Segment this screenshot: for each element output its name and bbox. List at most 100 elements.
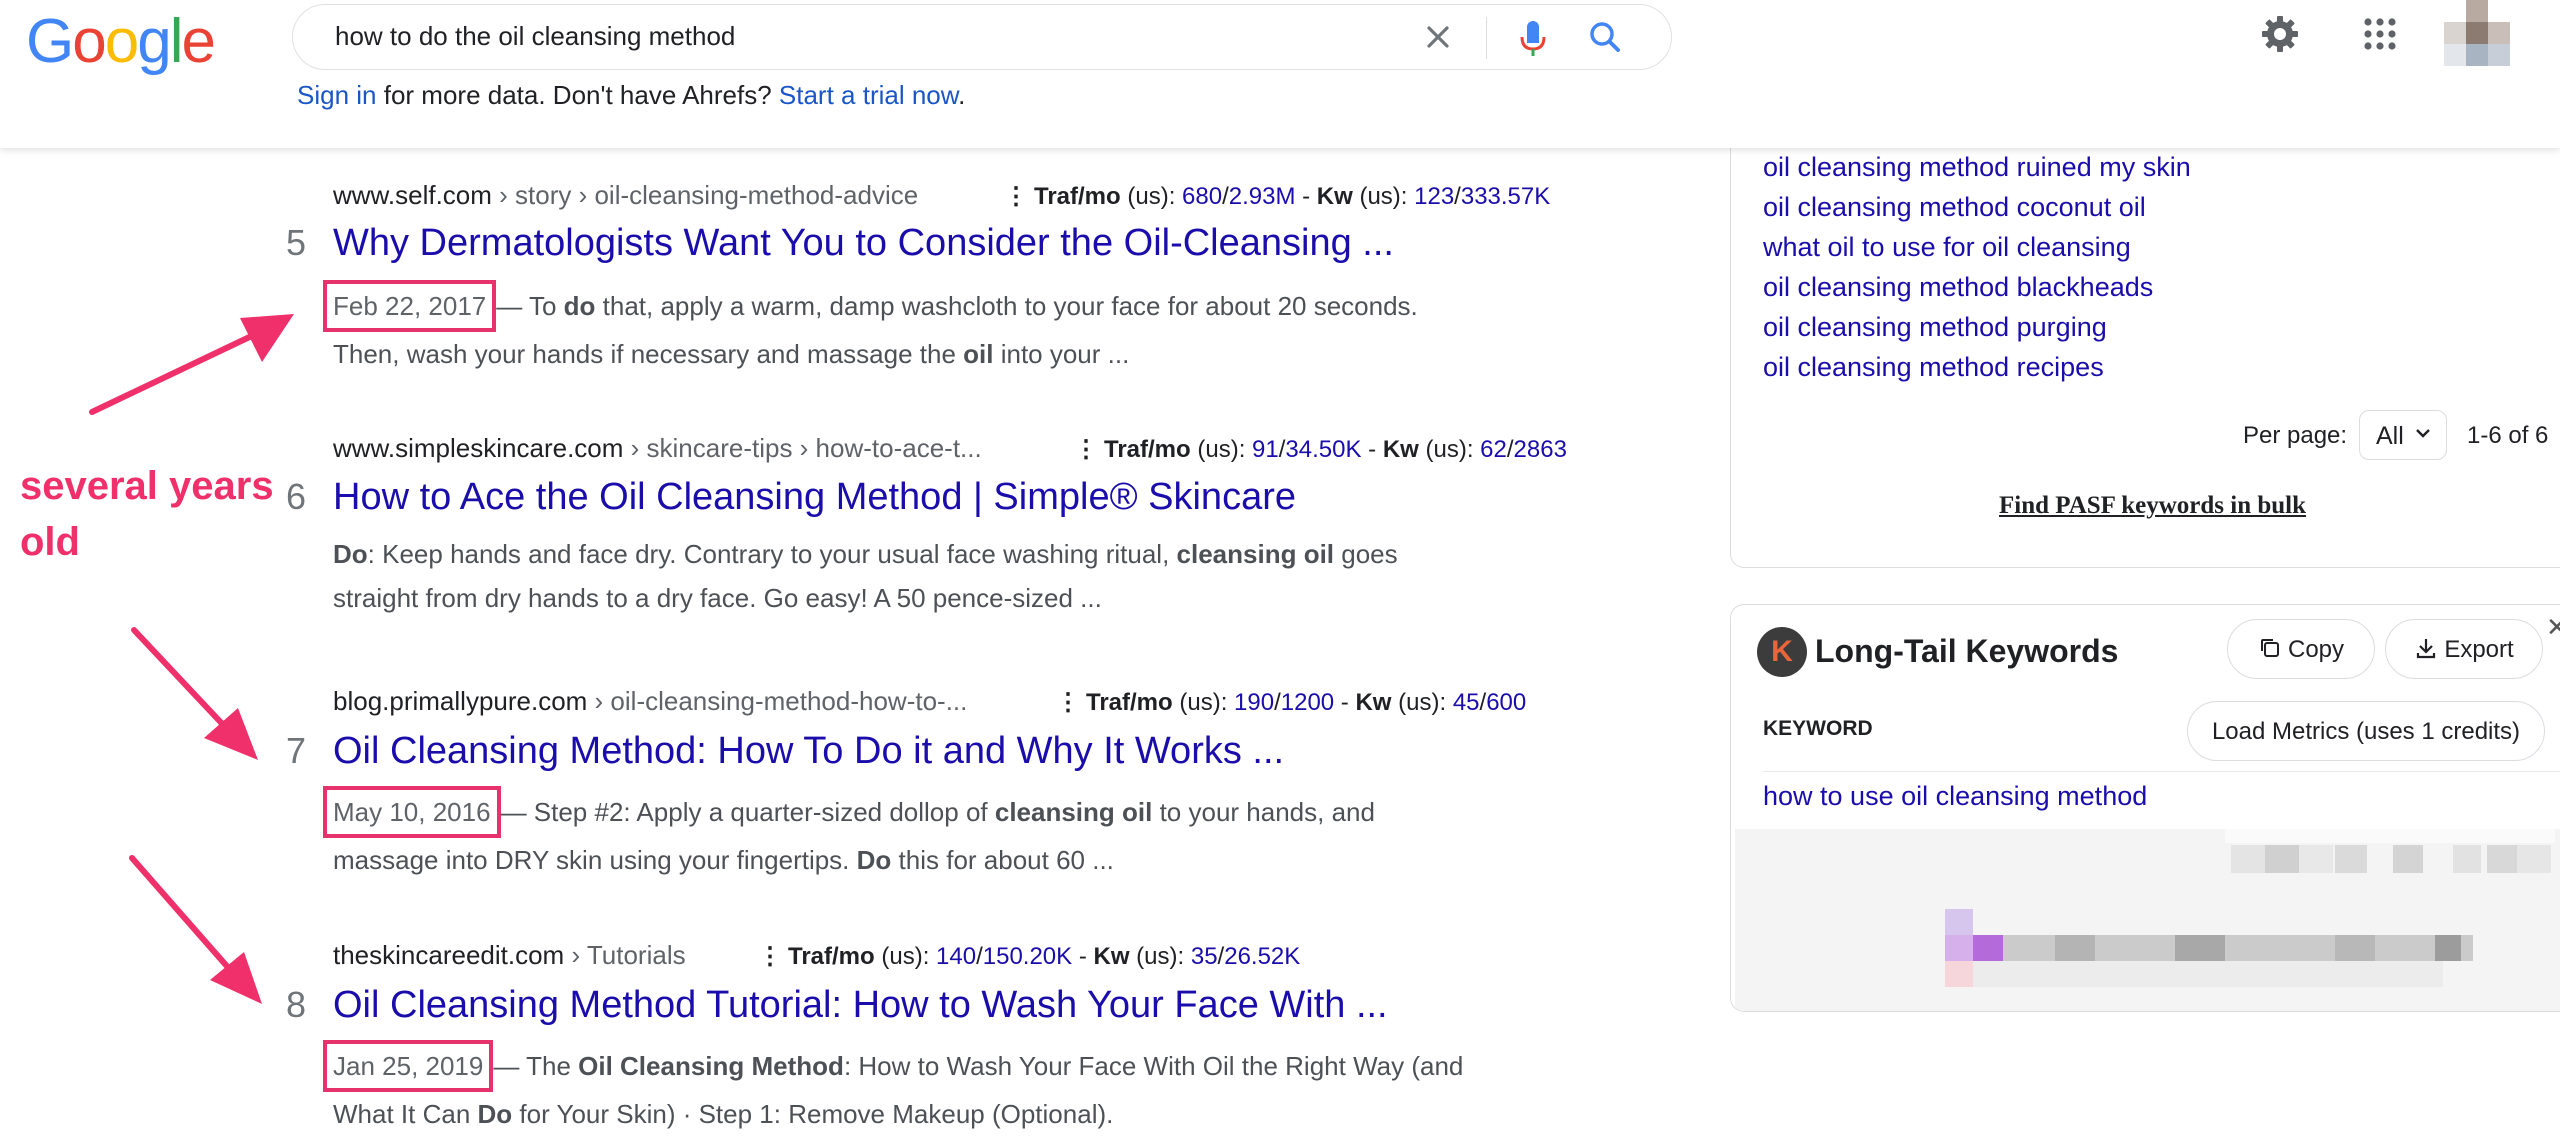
signin-message: for more data. Don't have Ahrefs? — [376, 80, 779, 110]
result-title-link[interactable]: Oil Cleansing Method Tutorial: How to Wa… — [333, 984, 1388, 1027]
traf-region: (us): — [1190, 436, 1253, 463]
start-trial-link[interactable]: Start a trial now — [779, 80, 958, 110]
kw-value[interactable]: 123 — [1414, 183, 1454, 210]
snippet-text: Then, wash your hands if necessary and m… — [333, 339, 964, 369]
search-divider — [1486, 17, 1487, 59]
related-search-link[interactable]: oil cleansing method coconut oil — [1763, 192, 2146, 223]
result-domain: theskincareedit.com — [333, 940, 565, 970]
kw-value[interactable]: 35 — [1191, 943, 1218, 970]
kw-label: Kw — [1093, 943, 1130, 970]
result-title-link[interactable]: Oil Cleansing Method: How To Do it and W… — [333, 730, 1284, 773]
snippet-bold: cleansing oil — [1176, 539, 1335, 569]
snippet-text: straight from dry hands to a dry face. G… — [333, 583, 1102, 613]
copy-button[interactable]: Copy — [2227, 619, 2375, 679]
logo-letter: g — [137, 7, 172, 76]
traf-total[interactable]: 150.20K — [983, 943, 1072, 970]
result-url[interactable]: www.self.com › story › oil-cleansing-met… — [333, 180, 918, 211]
snippet-text: — The — [493, 1051, 579, 1081]
result-snippet: Jan 25, 2019— The Oil Cleansing Method: … — [323, 1040, 1513, 1136]
result-url[interactable]: theskincareedit.com › Tutorials — [333, 940, 686, 971]
microphone-icon[interactable] — [1511, 13, 1555, 61]
result-date: Jan 25, 2019 — [323, 1040, 494, 1092]
result-title-link[interactable]: Why Dermatologists Want You to Consider … — [333, 222, 1394, 265]
snippet-text: — To — [496, 291, 564, 321]
export-label: Export — [2444, 636, 2514, 663]
snippet-text: goes — [1334, 539, 1398, 569]
traf-total[interactable]: 34.50K — [1285, 436, 1361, 463]
export-button[interactable]: Export — [2385, 619, 2543, 679]
search-input[interactable]: how to do the oil cleansing method — [335, 21, 735, 52]
result-domain: www.self.com — [333, 180, 492, 210]
related-search-link[interactable]: oil cleansing method recipes — [1763, 352, 2104, 383]
related-search-link[interactable]: oil cleansing method purging — [1763, 312, 2107, 343]
kw-value[interactable]: 62 — [1480, 436, 1507, 463]
logo-letter: l — [169, 7, 184, 76]
snippet-bold: do — [563, 291, 596, 321]
traf-label: Traf/mo — [1034, 183, 1121, 210]
result-breadcrumb: › story › oil-cleansing-method-advice — [491, 180, 919, 210]
kw-region: (us): — [1352, 183, 1415, 210]
annotation-arrow — [89, 314, 294, 415]
per-page-select[interactable]: All — [2359, 410, 2447, 460]
traf-value[interactable]: 91 — [1252, 436, 1279, 463]
kw-label: Kw — [1355, 689, 1392, 716]
apps-grid-icon[interactable] — [2362, 16, 2398, 52]
traf-total[interactable]: 2.93M — [1229, 183, 1296, 210]
annotation-line: old — [20, 520, 80, 564]
snippet-bold: oil — [963, 339, 994, 369]
blurred-content — [1735, 829, 2560, 1011]
find-pasf-link[interactable]: Find PASF keywords in bulk — [1999, 492, 2306, 520]
logo-letter: G — [26, 7, 74, 76]
kw-total[interactable]: 26.52K — [1224, 943, 1300, 970]
traf-region: (us): — [1120, 183, 1183, 210]
ahrefs-signin-bar: Sign in for more data. Don't have Ahrefs… — [297, 80, 965, 111]
google-logo[interactable]: Google — [26, 6, 216, 77]
logo-letter: o — [104, 7, 140, 76]
traf-label: Traf/mo — [1086, 689, 1173, 716]
sign-in-link[interactable]: Sign in — [297, 80, 377, 110]
kw-label: Kw — [1316, 183, 1353, 210]
snippet-text: : Keep hands and face dry. Contrary to y… — [367, 539, 1177, 569]
traf-label: Traf/mo — [788, 943, 875, 970]
result-url[interactable]: blog.primallypure.com › oil-cleansing-me… — [333, 686, 967, 717]
related-search-link[interactable]: oil cleansing method ruined my skin — [1763, 152, 2191, 183]
kw-total[interactable]: 333.57K — [1461, 183, 1550, 210]
search-icon[interactable] — [1583, 15, 1629, 61]
result-title-link[interactable]: How to Ace the Oil Cleansing Method | Si… — [333, 476, 1296, 519]
per-page-label: Per page: — [2243, 422, 2348, 449]
signin-period: . — [958, 80, 966, 110]
kw-value[interactable]: 45 — [1453, 689, 1480, 716]
traf-value[interactable]: 140 — [936, 943, 976, 970]
keyword-link[interactable]: how to use oil cleansing method — [1763, 781, 2147, 812]
more-options-icon[interactable]: ⋮ — [1004, 182, 1028, 211]
kw-total[interactable]: 600 — [1486, 689, 1526, 716]
snippet-text: into your ... — [993, 339, 1130, 369]
download-icon — [2417, 639, 2436, 659]
result-breadcrumb: › oil-cleansing-method-how-to-... — [587, 686, 968, 716]
annotation-label: several years old — [20, 458, 274, 570]
search-box[interactable]: how to do the oil cleansing method — [292, 4, 1672, 70]
ahrefs-metrics: ⋮ Traf/mo (us): 680/2.93M - Kw (us): 123/… — [1004, 182, 1551, 211]
related-search-link[interactable]: oil cleansing method blackheads — [1763, 272, 2153, 303]
traf-value[interactable]: 190 — [1234, 689, 1274, 716]
logo-letter: o — [72, 7, 107, 76]
ahrefs-metrics: ⋮ Traf/mo (us): 190/1200 - Kw (us): 45/60… — [1056, 688, 1527, 717]
kw-total[interactable]: 2863 — [1514, 436, 1567, 463]
clear-icon[interactable] — [1418, 17, 1458, 57]
snippet-bold: Do — [856, 845, 892, 875]
result-url[interactable]: www.simpleskincare.com › skincare-tips ›… — [333, 433, 982, 464]
more-options-icon[interactable]: ⋮ — [758, 942, 782, 971]
account-avatar[interactable] — [2440, 0, 2516, 70]
close-icon[interactable]: ✕ — [2546, 612, 2560, 643]
more-options-icon[interactable]: ⋮ — [1074, 435, 1098, 464]
panel-title: Long-Tail Keywords — [1815, 633, 2119, 669]
traf-label: Traf/mo — [1104, 436, 1191, 463]
traf-total[interactable]: 1200 — [1281, 689, 1334, 716]
result-rank: 8 — [286, 984, 307, 1025]
result-snippet: Do: Keep hands and face dry. Contrary to… — [333, 532, 1513, 620]
traf-value[interactable]: 680 — [1182, 183, 1222, 210]
gear-icon[interactable] — [2258, 12, 2302, 56]
more-options-icon[interactable]: ⋮ — [1056, 688, 1080, 717]
load-metrics-button[interactable]: Load Metrics (uses 1 credits) — [2187, 701, 2545, 761]
related-search-link[interactable]: what oil to use for oil cleansing — [1763, 232, 2131, 263]
